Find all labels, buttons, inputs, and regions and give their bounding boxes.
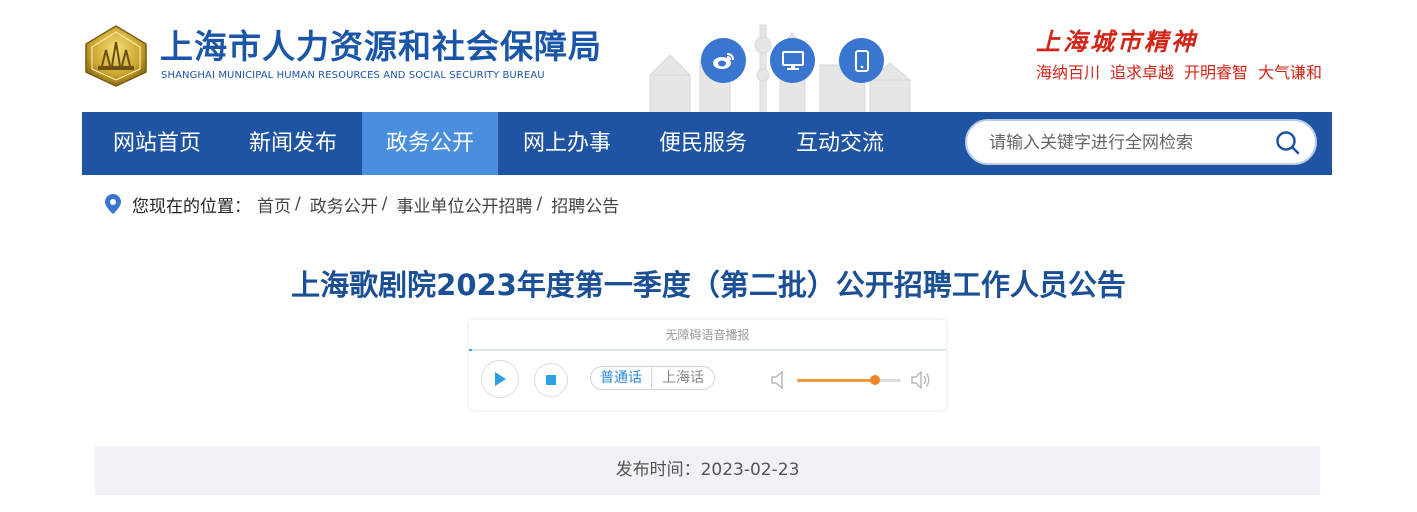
play-button[interactable] xyxy=(481,360,519,398)
city-spirit-words: 海纳百川 追求卓越 开明睿智 大气谦和 xyxy=(1036,59,1336,83)
volume-high-icon[interactable] xyxy=(911,370,931,390)
lang-mandarin-option[interactable]: 普通话 xyxy=(591,367,652,389)
location-pin-icon xyxy=(105,194,121,214)
breadcrumb-prefix: 您现在的位置 xyxy=(132,196,234,217)
site-title[interactable]: 上海市人力资源和社会保障局 xyxy=(160,27,602,67)
spirit-word: 大气谦和 xyxy=(1258,63,1323,82)
volume-slider[interactable] xyxy=(797,375,901,385)
desktop-icon xyxy=(781,50,804,70)
volume-low-icon[interactable] xyxy=(771,371,785,389)
audio-player: 无障碍语音播报 普通话 上海话 xyxy=(469,320,946,410)
city-spirit-title: 上海城市精神 xyxy=(1036,27,1198,56)
breadcrumb-separator: / xyxy=(295,194,301,214)
language-toggle: 普通话 上海话 xyxy=(590,366,715,390)
nav-item-online-services[interactable]: 网上办事 xyxy=(506,112,628,175)
breadcrumb-separator: / xyxy=(536,194,543,214)
breadcrumb-recruitment-notice[interactable]: 招聘公告 xyxy=(551,192,619,217)
publish-time: 发布时间：2023-02-23 xyxy=(95,446,1320,495)
search-input[interactable] xyxy=(987,129,1261,157)
breadcrumb-public-recruitment[interactable]: 事业单位公开招聘 xyxy=(396,192,532,217)
breadcrumb: 您现在的位置： 首页 / 政务公开 / 事业单位公开招聘 / 招聘公告 xyxy=(104,192,619,217)
breadcrumb-separator: / xyxy=(381,194,388,214)
search-box xyxy=(965,119,1317,165)
lang-shanghai-option[interactable]: 上海话 xyxy=(652,367,714,389)
progress-fill xyxy=(469,349,472,351)
desktop-button[interactable] xyxy=(770,38,815,83)
search-button[interactable] xyxy=(1275,130,1301,156)
volume-fill xyxy=(797,379,875,382)
play-icon xyxy=(495,372,506,386)
weibo-button[interactable] xyxy=(701,38,746,83)
nav-item-government-affairs[interactable]: 政务公开 xyxy=(362,112,498,175)
stop-button[interactable] xyxy=(534,363,568,397)
nav-item-home[interactable]: 网站首页 xyxy=(96,112,218,175)
mobile-icon xyxy=(854,49,869,72)
site-subtitle: SHANGHAI MUNICIPAL HUMAN RESOURCES AND S… xyxy=(161,70,545,81)
mobile-button[interactable] xyxy=(839,38,884,83)
volume-knob[interactable] xyxy=(870,375,880,385)
spirit-word: 海纳百川 xyxy=(1036,63,1101,82)
nav-item-convenience-services[interactable]: 便民服务 xyxy=(642,112,764,175)
progress-track[interactable] xyxy=(469,349,946,351)
breadcrumb-home[interactable]: 首页 xyxy=(257,192,291,217)
weibo-icon xyxy=(712,52,734,69)
main-nav: 网站首页 新闻发布 政务公开 网上办事 便民服务 互动交流 xyxy=(82,112,1332,175)
article-title: 上海歌剧院2023年度第一季度（第二批）公开招聘工作人员公告 xyxy=(291,268,1126,302)
breadcrumb-government-affairs[interactable]: 政务公开 xyxy=(310,192,378,217)
nav-item-news[interactable]: 新闻发布 xyxy=(232,112,354,175)
logo-emblem xyxy=(82,24,150,88)
nav-item-interaction[interactable]: 互动交流 xyxy=(779,112,901,175)
player-label: 无障碍语音播报 xyxy=(665,328,750,342)
spirit-word: 追求卓越 xyxy=(1110,63,1175,82)
stop-icon xyxy=(546,375,556,385)
spirit-word: 开明睿智 xyxy=(1184,63,1249,82)
breadcrumb-colon: ： xyxy=(234,196,251,217)
search-icon xyxy=(1276,131,1300,155)
